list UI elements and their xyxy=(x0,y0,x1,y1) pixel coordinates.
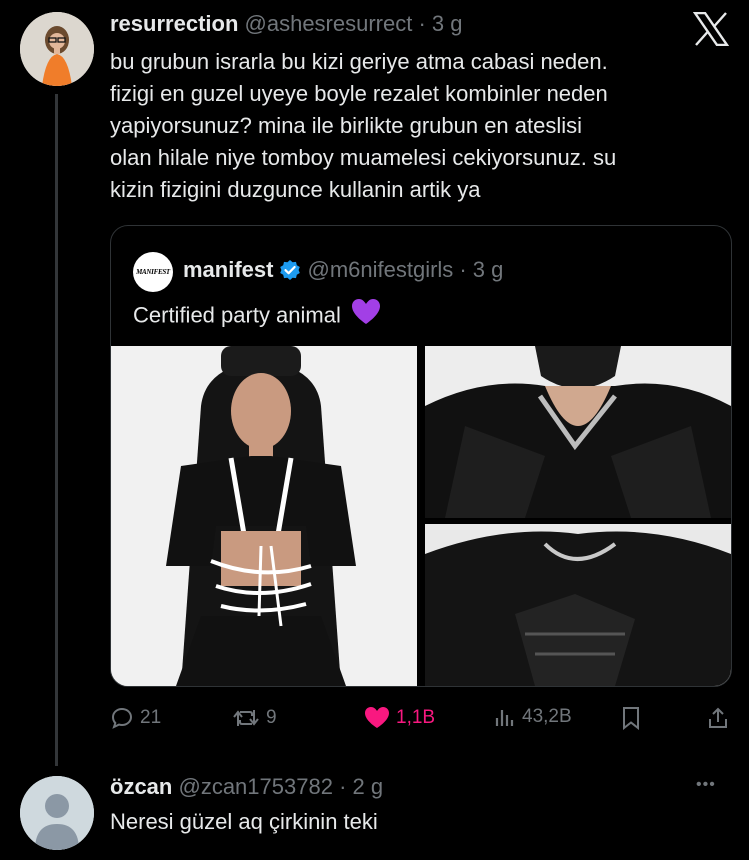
reply-time[interactable]: · 2 g xyxy=(339,774,383,799)
views-action[interactable]: 43,2B xyxy=(494,706,572,728)
thread-line xyxy=(55,94,58,766)
verified-badge-icon xyxy=(279,259,301,281)
reply-text: Neresi güzel aq çirkinin teki xyxy=(110,809,378,834)
retweet-icon xyxy=(232,706,260,730)
more-options-icon[interactable]: ••• xyxy=(696,776,716,794)
quoted-time: · 3 g xyxy=(459,257,504,282)
quoted-avatar: MANIFEST xyxy=(133,252,173,292)
retweet-count: 9 xyxy=(266,707,277,728)
share-icon xyxy=(706,706,730,730)
reply-header: özcan @zcan1753782 · 2 g xyxy=(110,773,383,801)
author-name[interactable]: resurrection xyxy=(110,11,238,36)
reply-handle[interactable]: @zcan1753782 xyxy=(178,774,332,799)
reply-icon xyxy=(110,706,134,730)
reply-count: 21 xyxy=(140,707,162,728)
avatar[interactable] xyxy=(20,12,94,86)
tweet-text-line: olan hilale niye tomboy muamelesi cekiyo… xyxy=(110,145,617,170)
tweet-text: bu grubun israrla bu kizi geriye atma ca… xyxy=(110,46,725,206)
tweet-text-line: yapiyorsunuz? mina ile birlikte grubun e… xyxy=(110,113,583,138)
like-count: 1,1B xyxy=(396,707,436,728)
quoted-text: Certified party animal xyxy=(133,298,381,335)
tweet-time[interactable]: · 3 g xyxy=(418,11,462,36)
heart-icon xyxy=(364,706,390,730)
bookmark-icon xyxy=(620,706,642,730)
views-count: 43,2B xyxy=(522,706,572,727)
quoted-tweet[interactable]: MANIFEST manifest @m6nifestgirls · 3 g C… xyxy=(110,225,732,687)
author-handle[interactable]: @ashesresurrect xyxy=(245,11,413,36)
tweet-text-line: bu grubun israrla bu kizi geriye atma ca… xyxy=(110,49,608,74)
media-image-2[interactable] xyxy=(425,346,731,518)
share-action[interactable] xyxy=(706,706,730,730)
tweet-header: resurrection @ashesresurrect · 3 g xyxy=(110,10,463,38)
quoted-handle: @m6nifestgirls xyxy=(307,257,454,282)
x-logo-icon xyxy=(692,11,730,47)
like-action[interactable]: 1,1B xyxy=(364,706,435,730)
media-image-1[interactable] xyxy=(111,346,417,686)
media-image-3[interactable] xyxy=(425,524,731,686)
reply-author-name[interactable]: özcan xyxy=(110,774,172,799)
tweet-text-line: fizigi en guzel uyeye boyle rezalet komb… xyxy=(110,81,608,106)
manifest-logo: MANIFEST xyxy=(136,268,170,276)
views-icon xyxy=(494,706,516,728)
reply-action[interactable]: 21 xyxy=(110,706,161,730)
tweet-text-line: kizin fizigini duzgunce kullanin artik y… xyxy=(110,177,481,202)
purple-heart-emoji xyxy=(351,298,381,335)
bookmark-action[interactable] xyxy=(620,706,642,730)
retweet-action[interactable]: 9 xyxy=(232,706,277,730)
reply-avatar[interactable] xyxy=(20,776,94,850)
quoted-text-content: Certified party animal xyxy=(133,302,341,328)
quoted-header: manifest @m6nifestgirls · 3 g xyxy=(183,256,503,284)
quoted-author-name: manifest xyxy=(183,257,274,282)
